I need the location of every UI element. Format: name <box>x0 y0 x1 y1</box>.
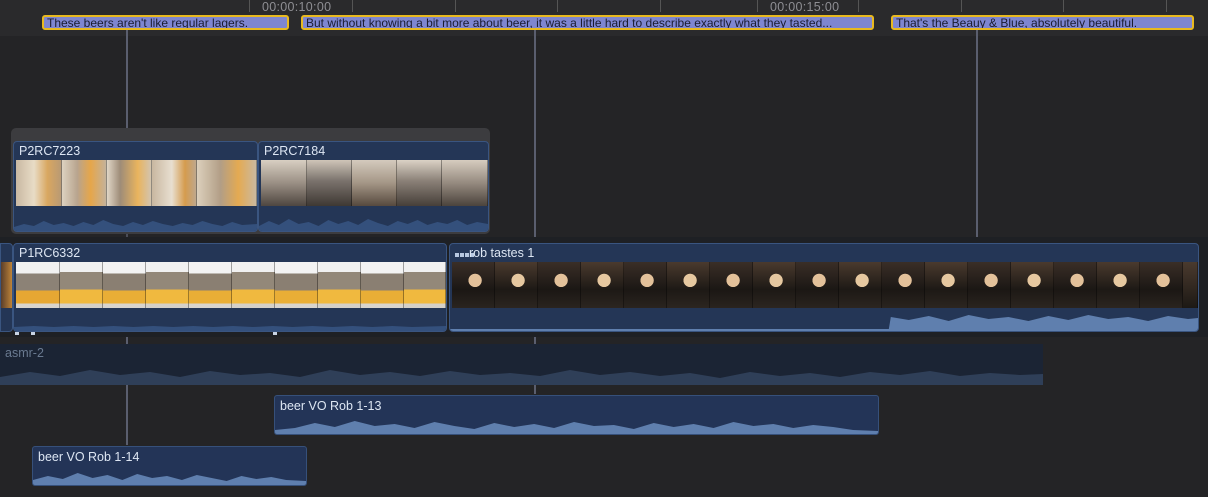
filmstrip-frame <box>404 262 446 308</box>
filmstrip-frame <box>624 262 667 308</box>
ruler-tick <box>455 0 456 12</box>
clip-title-text: rob tastes 1 <box>469 246 535 260</box>
clip-filmstrip <box>1 262 12 308</box>
clip-title: beer VO Rob 1-13 <box>280 399 382 413</box>
filmstrip-frame <box>62 160 107 206</box>
filmstrip-frame <box>538 262 581 308</box>
filmstrip-frame <box>968 262 1011 308</box>
caption-connector <box>126 30 128 128</box>
clip-waveform <box>33 467 306 485</box>
ruler-tick <box>1166 0 1167 12</box>
filmstrip-frame <box>882 262 925 308</box>
clip-filmstrip <box>261 160 488 206</box>
filmstrip-frame <box>307 160 352 206</box>
clip-waveform <box>259 209 488 231</box>
ruler-tick <box>1063 0 1064 12</box>
caption-connector <box>534 30 536 394</box>
video-clip[interactable]: P2RC7184 <box>258 141 489 232</box>
clip-filmstrip <box>452 262 1198 308</box>
video-clip[interactable]: P2RC7223 <box>13 141 258 232</box>
filmstrip-frame <box>495 262 538 308</box>
filmstrip-frame <box>442 160 488 206</box>
filmstrip-frame <box>261 160 307 206</box>
compound-clip-icon <box>455 247 474 257</box>
clip-waveform <box>450 307 1198 331</box>
filmstrip-frame <box>232 262 275 308</box>
filmstrip-frame <box>275 262 318 308</box>
ruler-timecode: 00:00:15:00 <box>770 0 840 14</box>
clip-filmstrip <box>16 262 446 308</box>
filmstrip-frame <box>1140 262 1183 308</box>
filmstrip-frame <box>581 262 624 308</box>
filmstrip-frame <box>397 160 442 206</box>
clip-waveform <box>14 209 257 231</box>
filmstrip-frame <box>16 262 60 308</box>
clip-waveform <box>275 416 878 434</box>
ruler-tick <box>557 0 558 12</box>
caption-clip[interactable]: That's the Beauy & Blue, absolutely beau… <box>891 15 1194 30</box>
clip-waveform <box>0 363 1043 385</box>
filmstrip-frame <box>1097 262 1140 308</box>
ruler-tick <box>961 0 962 12</box>
clip-marker <box>273 332 277 335</box>
audio-clip[interactable]: beer VO Rob 1-14 <box>32 446 307 486</box>
filmstrip-frame <box>361 262 404 308</box>
caption-connector <box>976 30 978 242</box>
caption-clip[interactable]: These beers aren't like regular lagers. <box>42 15 289 30</box>
ruler-timecode: 00:00:10:00 <box>262 0 332 14</box>
filmstrip-frame <box>796 262 839 308</box>
ruler-tick <box>352 0 353 12</box>
audio-clip[interactable]: asmr-2 <box>0 344 1043 385</box>
clip-title: asmr-2 <box>5 346 44 360</box>
ruler-tick <box>858 0 859 12</box>
filmstrip-frame <box>753 262 796 308</box>
caption-clip[interactable]: But without knowing a bit more about bee… <box>301 15 874 30</box>
video-clip[interactable] <box>0 243 13 332</box>
filmstrip-frame <box>16 160 62 206</box>
clip-title: P1RC6332 <box>19 246 81 260</box>
audio-clip[interactable]: beer VO Rob 1-13 <box>274 395 879 435</box>
compound-clip[interactable]: rob tastes 1 <box>449 243 1199 332</box>
filmstrip-frame <box>352 160 397 206</box>
clip-marker <box>31 332 35 335</box>
filmstrip-frame <box>189 262 232 308</box>
filmstrip-frame <box>1011 262 1054 308</box>
filmstrip-frame <box>146 262 189 308</box>
filmstrip-frame <box>60 262 103 308</box>
clip-title: P2RC7184 <box>264 144 326 158</box>
ruler-tick <box>660 0 661 12</box>
filmstrip-frame <box>1183 262 1198 308</box>
filmstrip-frame <box>152 160 197 206</box>
clip-title: P2RC7223 <box>19 144 81 158</box>
filmstrip-frame <box>839 262 882 308</box>
video-clip[interactable]: P1RC6332 <box>13 243 447 332</box>
filmstrip-frame <box>318 262 361 308</box>
ruler-tick <box>249 0 250 12</box>
filmstrip-frame <box>197 160 257 206</box>
filmstrip-frame <box>452 262 495 308</box>
filmstrip-frame <box>103 262 146 308</box>
clip-waveform <box>14 307 446 331</box>
filmstrip-frame <box>710 262 753 308</box>
filmstrip-frame <box>1054 262 1097 308</box>
clip-title: rob tastes 1 <box>455 246 534 260</box>
clip-title: beer VO Rob 1-14 <box>38 450 140 464</box>
clip-marker <box>15 332 19 335</box>
filmstrip-frame <box>107 160 152 206</box>
filmstrip-frame <box>925 262 968 308</box>
filmstrip-frame <box>667 262 710 308</box>
ruler-tick <box>757 0 758 12</box>
clip-filmstrip <box>16 160 257 206</box>
